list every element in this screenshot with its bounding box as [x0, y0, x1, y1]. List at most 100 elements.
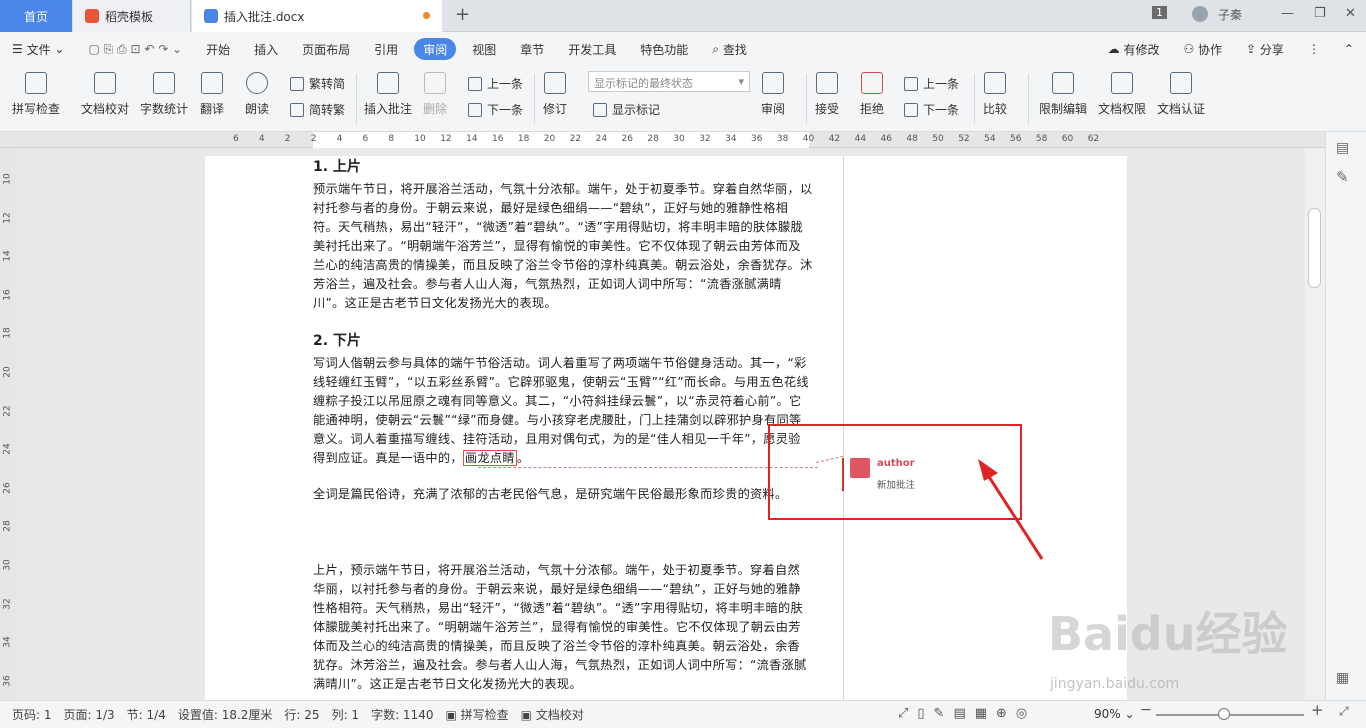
spell-check-button[interactable]: 拼写检查	[12, 72, 60, 117]
ruler-tick-label: 26	[2, 482, 13, 494]
commented-text[interactable]: 画龙点睛	[462, 450, 517, 466]
zoom-in-icon[interactable]: +	[1311, 701, 1324, 719]
accept-button[interactable]: 接受	[815, 72, 839, 117]
share-button[interactable]: ⇪ 分享	[1234, 38, 1296, 60]
tab-home[interactable]: 首页	[0, 0, 72, 32]
doc-cert-button[interactable]: 文档认证	[1157, 72, 1205, 117]
next-change-button[interactable]: 下一条	[904, 101, 959, 118]
menu-view[interactable]: 视图	[460, 38, 508, 60]
panel-bottom-icon[interactable]: ▦	[1336, 670, 1349, 686]
right-side-panel: ▤ ✎ ▦	[1325, 132, 1366, 700]
maximize-icon[interactable]: ❐	[1314, 6, 1326, 21]
compare-label: 比较	[983, 102, 1008, 116]
collapse-ribbon-icon[interactable]: ⌃	[1332, 38, 1366, 60]
show-markup-button[interactable]: 显示标记	[593, 101, 660, 118]
prev-comment-label: 上一条	[487, 77, 524, 91]
status-row: 行: 25	[284, 708, 320, 722]
has-changes-button[interactable]: ☁ 有修改	[1096, 38, 1172, 60]
menu-review[interactable]: 审阅	[414, 38, 457, 60]
paragraph-3[interactable]: 全词是篇民俗诗，充满了浓郁的古老民俗气息，是研究端午民俗最形象而珍贵的资料。	[313, 485, 813, 504]
paragraph-4[interactable]: 上片，预示端午节日，将开展浴兰活动，气氛十分浓郁。端午，处于初夏季节。穿着自然华…	[313, 561, 808, 694]
paragraph-1[interactable]: 预示端午节日，将开展浴兰活动，气氛十分浓郁。端午，处于初夏季节。穿着自然华丽，以…	[313, 180, 813, 313]
doc-rights-button[interactable]: 文档权限	[1098, 72, 1146, 117]
prev-comment-button[interactable]: 上一条	[468, 75, 523, 92]
zoom-out-icon[interactable]: −	[1140, 702, 1152, 718]
avatar[interactable]	[1192, 6, 1208, 22]
collab-button[interactable]: ⚇ 协作	[1171, 38, 1234, 60]
tab-template[interactable]: 稻壳模板	[73, 0, 191, 32]
fullscreen-icon[interactable]: ⤢	[1339, 704, 1349, 719]
zoom-slider[interactable]	[1156, 714, 1304, 716]
toolbar-divider	[356, 74, 357, 124]
view-mode-icons[interactable]: ⤢▯✎▤▦⊕◎	[898, 706, 1036, 721]
minimize-icon[interactable]: —	[1281, 6, 1294, 21]
close-icon[interactable]: ✕	[1345, 6, 1356, 21]
pen-icon[interactable]: ✎	[1336, 168, 1349, 186]
track-changes-button[interactable]: 修订	[543, 72, 567, 117]
tab-document[interactable]: 插入批注.docx	[192, 0, 442, 32]
delete-comment-button[interactable]: 删除	[423, 72, 447, 117]
zoom-slider-knob[interactable]	[1218, 708, 1230, 720]
show-markup-icon	[593, 102, 607, 117]
page-badge[interactable]: 1	[1152, 6, 1167, 19]
new-tab-icon[interactable]: +	[455, 4, 470, 25]
file-menu[interactable]: ☰ 文件 ⌄	[0, 38, 76, 60]
status-proof-button[interactable]: ▣ 文档校对	[521, 706, 584, 723]
vertical-ruler[interactable]: 10 12 14 16 18 20 22 24 26 28 30 32 34 36	[0, 148, 16, 700]
menu-start[interactable]: 开始	[194, 38, 242, 60]
markup-state-select[interactable]: 显示标记的最终状态 ▾	[588, 71, 750, 92]
menu-layout[interactable]: 页面布局	[290, 38, 362, 60]
menu-insert[interactable]: 插入	[242, 38, 290, 60]
next-change-icon	[904, 102, 918, 117]
word-count-button[interactable]: 字数统计	[140, 72, 188, 117]
baidu-watermark-url: jingyan.baidu.com	[1050, 676, 1180, 692]
ruler-tick-label: 4	[258, 134, 265, 144]
horizontal-ruler[interactable]: 6 4 2 2 4 6 8 10 12 14 16 18 20 22 24 26 28 30 32 34 36 38 40 4…	[0, 132, 1366, 148]
ruler-tick-label: 40	[802, 134, 815, 144]
scrollbar-thumb[interactable]	[1308, 208, 1321, 288]
ruler-tick-label: 10	[2, 173, 13, 185]
prev-change-button[interactable]: 上一条	[904, 75, 959, 92]
reject-button[interactable]: 拒绝	[860, 72, 884, 117]
ruler-tick-label: 56	[1010, 134, 1022, 144]
tab-template-label: 稻壳模板	[105, 9, 154, 24]
paragraph-2[interactable]: 写词人偕朝云参与具体的端午节俗活动。词人着重写了两项端午节俗健身活动。其一，“彩…	[313, 354, 813, 468]
ruler-tick-label: 30	[2, 559, 13, 571]
more-icon[interactable]: ⋮	[1296, 38, 1332, 60]
compare-button[interactable]: 比较	[983, 72, 1007, 117]
review-pane-button[interactable]: 审阅	[761, 72, 785, 117]
simp-to-trad-button[interactable]: 简转繁	[290, 101, 345, 118]
search-menu[interactable]: ⌕ 查找	[700, 38, 759, 60]
word-count-label: 字数统计	[140, 102, 189, 116]
zoom-level[interactable]: 90% ⌄	[1094, 707, 1135, 721]
ruler-tick-label: 10	[414, 134, 426, 144]
heading-upper: 1. 上片	[313, 159, 361, 175]
status-spell-button[interactable]: ▣ 拼写检查	[445, 706, 508, 723]
next-comment-button[interactable]: 下一条	[468, 101, 523, 118]
ruler-tick-label: 24	[595, 134, 608, 144]
ruler-tick-label: 20	[543, 134, 556, 144]
insert-comment-button[interactable]: 插入批注	[364, 72, 412, 117]
quick-access-icons[interactable]: ▢ ⎘ ⎙ ⊡ ↶ ↷ ⌄	[76, 38, 194, 60]
restrict-editing-button[interactable]: 限制编辑	[1039, 72, 1087, 117]
toolbar-divider	[806, 74, 807, 124]
menu-features[interactable]: 特色功能	[628, 38, 700, 60]
menu-devtools[interactable]: 开发工具	[556, 38, 628, 60]
menu-reference[interactable]: 引用	[362, 38, 410, 60]
heading-lower-text: 2. 下片	[313, 333, 361, 349]
translate-button[interactable]: 翻译	[200, 72, 224, 117]
paragraph-2-text: 写词人偕朝云参与具体的端午节俗活动。词人着重写了两项端午节俗健身活动。其一，“彩…	[313, 356, 809, 465]
trad-to-simp-button[interactable]: 繁转简	[290, 75, 345, 92]
ruler-tick-label: 16	[2, 289, 13, 301]
status-proof-label: 文档校对	[535, 708, 584, 722]
status-chars[interactable]: 字数: 1140	[371, 706, 433, 723]
next-comment-icon	[468, 102, 482, 117]
proofread-button[interactable]: 文档校对	[81, 72, 129, 117]
panel-grid-icon[interactable]: ▤	[1336, 140, 1349, 156]
vertical-scrollbar[interactable]	[1305, 148, 1325, 700]
reject-label: 拒绝	[860, 102, 885, 116]
track-changes-label: 修订	[543, 102, 568, 116]
menu-chapter[interactable]: 章节	[508, 38, 556, 60]
read-aloud-button[interactable]: 朗读	[245, 72, 269, 117]
user-name[interactable]: 子秦	[1218, 6, 1242, 23]
